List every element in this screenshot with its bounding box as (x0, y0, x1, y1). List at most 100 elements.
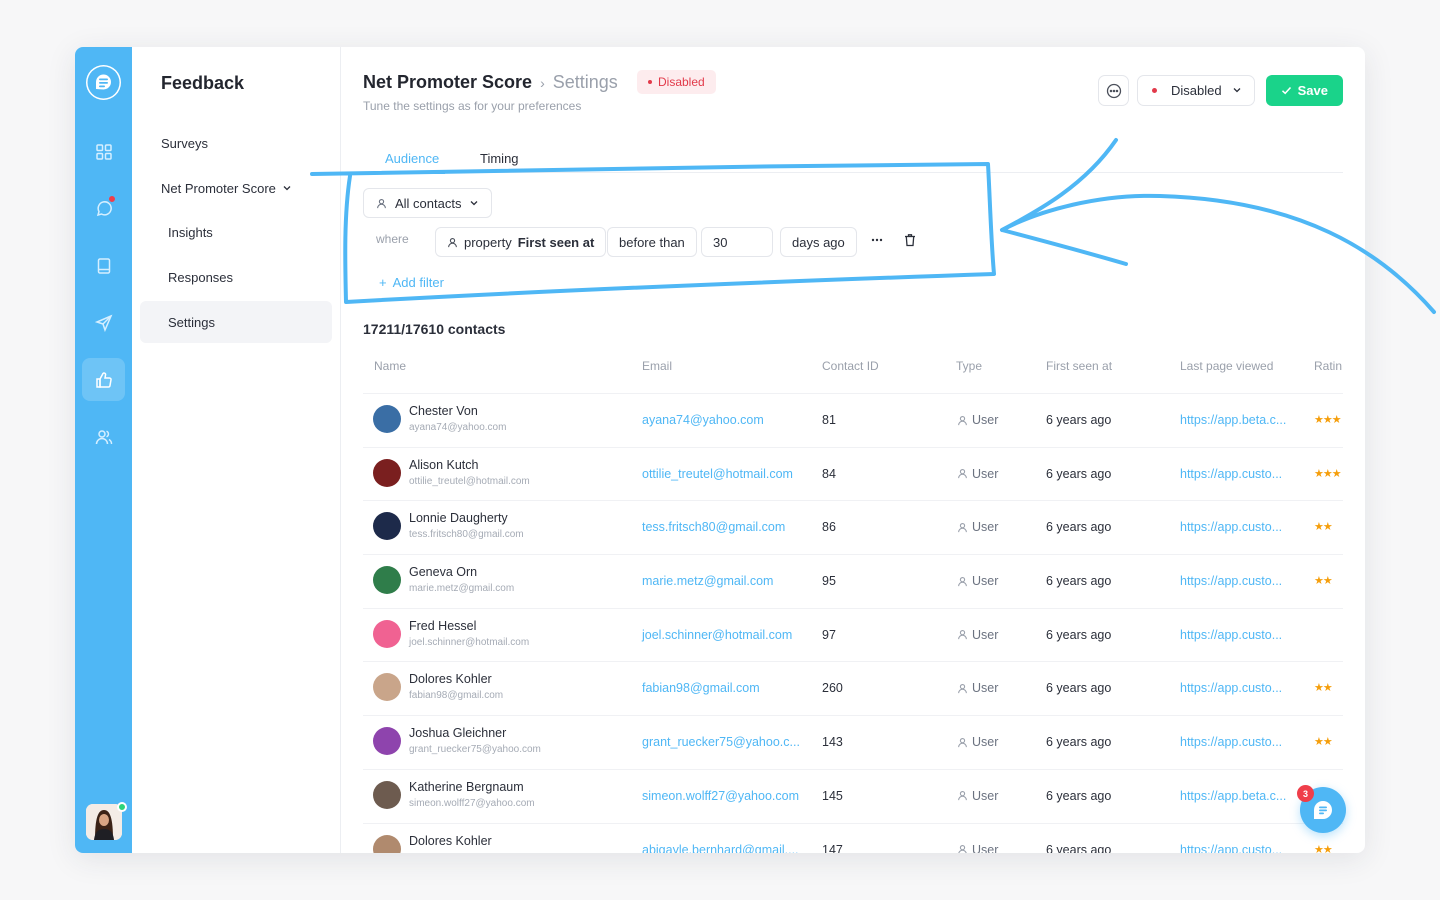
contact-type: User (957, 735, 998, 749)
contact-id: 81 (822, 413, 836, 427)
column-header-contact-id[interactable]: Contact ID (822, 359, 879, 373)
last-page-link[interactable]: https://app.beta.c... (1180, 413, 1286, 427)
trash-icon[interactable] (903, 233, 917, 252)
check-icon (1281, 86, 1291, 95)
settings-tabs: Audience Timing (363, 143, 1343, 174)
contact-type: User (957, 520, 998, 534)
contact-name[interactable]: Chester Von (409, 404, 478, 418)
last-page-link[interactable]: https://app.custo... (1180, 574, 1282, 588)
send-icon[interactable] (82, 301, 125, 344)
contact-email-link[interactable]: grant_ruecker75@yahoo.c... (642, 735, 800, 749)
value-input[interactable]: 30 (701, 227, 773, 257)
tab-timing[interactable]: Timing (480, 143, 519, 173)
contact-type: User (957, 574, 998, 588)
add-filter-button[interactable]: + Add filter (379, 275, 444, 290)
contact-email-link[interactable]: tess.fritsch80@gmail.com (642, 520, 785, 534)
column-header-email[interactable]: Email (642, 359, 672, 373)
contact-name[interactable]: Fred Hessel (409, 619, 476, 633)
last-page-link[interactable]: https://app.custo... (1180, 681, 1282, 695)
contact-id: 145 (822, 788, 843, 803)
table-row[interactable]: Joshua Gleichner grant_ruecker75@yahoo.co… (363, 715, 1343, 769)
user-icon (958, 576, 967, 586)
contact-type-label: User (972, 735, 999, 750)
column-header-first-seen[interactable]: First seen at (1046, 359, 1112, 373)
app-logo-icon[interactable] (86, 65, 121, 100)
user-avatar[interactable] (86, 804, 122, 840)
table-row[interactable]: Katherine Bergnaum simeon.wolff27@yahoo.c… (363, 768, 1343, 823)
table-row[interactable]: Alison Kutch ottilie_treutel@hotmail.com o… (363, 446, 1343, 501)
sidebar-item-settings[interactable]: Settings (140, 301, 332, 343)
last-page-link[interactable]: https://app.custo... (1180, 628, 1282, 642)
contact-type-label: User (972, 681, 999, 696)
contact-email-link[interactable]: joel.schinner@hotmail.com (642, 628, 792, 642)
table-body: Chester Von ayana74@yahoo.com ayana74@yaho… (363, 393, 1343, 853)
column-header-type[interactable]: Type (956, 359, 982, 373)
table-row[interactable]: Chester Von ayana74@yahoo.com ayana74@yaho… (363, 393, 1343, 447)
contact-email-link[interactable]: fabian98@gmail.com (642, 681, 760, 695)
contact-id: 147 (822, 842, 843, 854)
users-icon[interactable] (82, 415, 125, 458)
audience-value: All contacts (395, 195, 462, 211)
last-page-link[interactable]: https://app.custo... (1180, 467, 1282, 481)
first-seen: 6 years ago (1046, 466, 1112, 481)
column-header-rating[interactable]: Ratin (1314, 359, 1342, 373)
contact-id: 143 (822, 735, 843, 750)
last-page-link[interactable]: https://app.custo... (1180, 843, 1282, 854)
table-row[interactable]: Dolores Kohler abigayle.bernhard@gmail...… (363, 822, 1343, 854)
app-window: Feedback Surveys Net Promoter Score Insi… (75, 47, 1365, 853)
dashboard-icon[interactable] (82, 130, 125, 173)
sidebar-item-net-promoter-score[interactable]: Net Promoter Score (140, 167, 332, 209)
last-page-link[interactable]: https://app.custo... (1180, 735, 1282, 749)
contact-name[interactable]: Joshua Gleichner (409, 726, 506, 740)
status-select[interactable]: Disabled (1137, 75, 1255, 106)
table-row[interactable]: Geneva Orn marie.metz@gmail.com marie.metz… (363, 554, 1343, 608)
contact-email-link[interactable]: marie.metz@gmail.com (642, 574, 773, 588)
book-icon[interactable] (82, 244, 125, 287)
first-seen: 6 years ago (1046, 627, 1112, 642)
column-header-name[interactable]: Name (374, 359, 406, 373)
user-icon (958, 791, 967, 801)
sidebar-item-insights[interactable]: Insights (140, 211, 332, 253)
unit-select[interactable]: days ago (780, 227, 857, 257)
plus-icon: + (379, 275, 387, 290)
contact-name[interactable]: Katherine Bergnaum (409, 780, 524, 794)
contact-name[interactable]: Alison Kutch (409, 458, 478, 472)
contact-type: User (957, 467, 998, 481)
first-seen: 6 years ago (1046, 735, 1112, 750)
last-page-link[interactable]: https://app.beta.c... (1180, 789, 1286, 803)
last-page-link[interactable]: https://app.custo... (1180, 520, 1282, 534)
table-row[interactable]: Dolores Kohler fabian98@gmail.com fabian98… (363, 661, 1343, 715)
more-horizontal-icon[interactable] (870, 233, 884, 252)
more-options-button[interactable] (1098, 75, 1130, 106)
user-icon (958, 683, 967, 694)
tab-audience[interactable]: Audience (378, 143, 446, 174)
contact-avatar (373, 405, 401, 433)
contact-name[interactable]: Geneva Orn (409, 565, 477, 579)
user-icon (377, 198, 386, 208)
save-button[interactable]: Save (1265, 75, 1343, 106)
first-seen: 6 years ago (1046, 574, 1112, 589)
table-row[interactable]: Lonnie Daugherty tess.fritsch80@gmail.com… (363, 500, 1343, 554)
breadcrumb-parent[interactable]: Net Promoter Score (363, 72, 532, 93)
audience-select[interactable]: All contacts (363, 188, 493, 218)
contact-name[interactable]: Dolores Kohler (409, 834, 492, 848)
contact-email-link[interactable]: ayana74@yahoo.com (642, 413, 764, 427)
first-seen: 6 years ago (1046, 788, 1112, 803)
main-content: Net Promoter Score › Settings Disabled T… (341, 47, 1365, 853)
operator-select[interactable]: before than (607, 227, 697, 257)
table-row[interactable]: Fred Hessel joel.schinner@hotmail.com joel… (363, 607, 1343, 662)
column-header-last-page[interactable]: Last page viewed (1180, 359, 1273, 373)
contact-email-link[interactable]: ottilie_treutel@hotmail.com (642, 467, 793, 481)
contact-type: User (957, 681, 998, 695)
contact-id: 84 (822, 466, 836, 481)
chat-icon[interactable] (82, 187, 125, 230)
contact-email-link[interactable]: simeon.wolff27@yahoo.com (642, 789, 799, 803)
sidebar-item-surveys[interactable]: Surveys (140, 122, 332, 164)
contact-name[interactable]: Lonnie Daugherty (409, 511, 508, 525)
sidebar-item-responses[interactable]: Responses (140, 256, 332, 298)
thumbs-up-icon[interactable] (82, 358, 125, 401)
rating-stars: ★★ (1314, 521, 1333, 534)
contact-name[interactable]: Dolores Kohler (409, 672, 492, 686)
property-filter[interactable]: property First seen at (435, 227, 607, 257)
contact-email-link[interactable]: abigayle.bernhard@gmail.... (642, 843, 799, 854)
